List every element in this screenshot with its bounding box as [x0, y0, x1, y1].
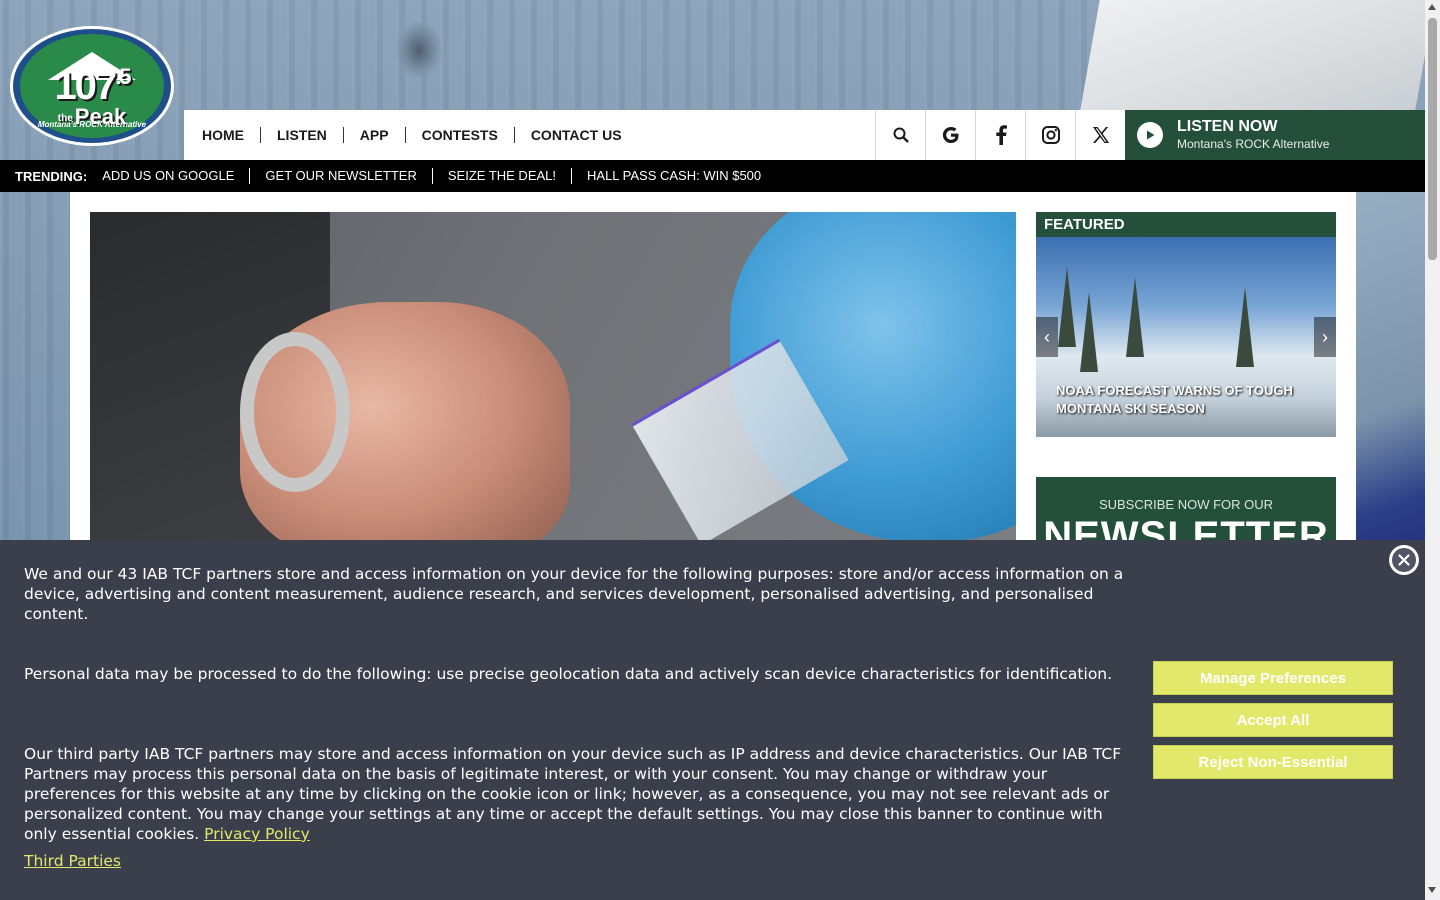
- trending-bar: TRENDING: ADD US ON GOOGLE GET OUR NEWSL…: [0, 160, 1425, 192]
- featured-prev-arrow-icon[interactable]: ‹: [1036, 317, 1058, 357]
- listen-now-subtitle: Montana's ROCK Alternative: [1177, 137, 1330, 151]
- nav-icon-group: [875, 110, 1125, 160]
- nav-item-contests[interactable]: CONTESTS: [406, 127, 515, 143]
- featured-slide-caption[interactable]: NOAA FORECAST WARNS OF TOUGH MONTANA SKI…: [1056, 382, 1316, 418]
- consent-paragraph-personal-data: Personal data may be processed to do the…: [24, 665, 1113, 683]
- cookie-consent-banner: We and our 43 IAB TCF partners store and…: [0, 540, 1425, 900]
- wood-knot: [395, 20, 443, 80]
- consent-paragraph-purposes: We and our 43 IAB TCF partners store and…: [24, 565, 1124, 623]
- facebook-icon[interactable]: [975, 110, 1025, 160]
- article-hero-image[interactable]: [90, 212, 1016, 540]
- close-icon: [1392, 548, 1416, 572]
- accept-all-button[interactable]: Accept All: [1153, 703, 1393, 737]
- featured-header: FEATURED: [1036, 212, 1336, 237]
- newsletter-promo[interactable]: SUBSCRIBE NOW FOR OUR NEWSLETTER: [1036, 477, 1336, 540]
- main-navbar: HOME LISTEN APP CONTESTS CONTACT US: [184, 110, 1125, 160]
- nav-menu: HOME LISTEN APP CONTESTS CONTACT US: [184, 110, 638, 160]
- manage-preferences-button[interactable]: Manage Preferences: [1153, 661, 1393, 695]
- newsletter-title: NEWSLETTER: [1043, 514, 1329, 540]
- listen-now-title: LISTEN NOW: [1177, 118, 1278, 135]
- tree-shape: [1080, 292, 1098, 372]
- trending-item-add-us-on-google[interactable]: ADD US ON GOOGLE: [102, 168, 249, 184]
- right-side-decoration: [1356, 192, 1425, 552]
- play-icon: [1137, 122, 1163, 148]
- scroll-down-arrow-icon[interactable]: [1428, 887, 1436, 893]
- instagram-icon[interactable]: [1025, 110, 1075, 160]
- tree-shape: [1058, 267, 1076, 347]
- third-parties-link[interactable]: Third Parties: [24, 852, 121, 870]
- station-logo[interactable]: 107.5 thePeak Montana's ROCK Alternative: [10, 26, 174, 146]
- trending-item-hall-pass-cash[interactable]: HALL PASS CASH: WIN $500: [571, 168, 776, 184]
- search-icon[interactable]: [875, 110, 925, 160]
- trending-item-seize-the-deal[interactable]: SEIZE THE DEAL!: [431, 168, 571, 184]
- close-banner-button[interactable]: [1389, 545, 1419, 575]
- tree-shape: [1126, 277, 1144, 357]
- scroll-up-arrow-icon[interactable]: [1428, 4, 1436, 10]
- google-icon[interactable]: [925, 110, 975, 160]
- trending-label: TRENDING:: [15, 168, 88, 184]
- nav-item-home[interactable]: HOME: [186, 127, 261, 143]
- nav-item-contact-us[interactable]: CONTACT US: [515, 127, 638, 143]
- x-twitter-icon[interactable]: [1075, 110, 1125, 160]
- reject-non-essential-button[interactable]: Reject Non-Essential: [1153, 745, 1393, 779]
- listen-now-button[interactable]: LISTEN NOW Montana's ROCK Alternative: [1125, 110, 1425, 160]
- nav-item-listen[interactable]: LISTEN: [261, 127, 344, 143]
- handcuff-icon: [240, 332, 350, 492]
- consent-paragraph-third-party: Our third party IAB TCF partners may sto…: [24, 744, 1124, 844]
- listen-now-text: LISTEN NOW Montana's ROCK Alternative: [1177, 118, 1329, 152]
- featured-widget: FEATURED ‹ › NOAA FORECAST WARNS OF TOUG…: [1036, 212, 1336, 437]
- logo-frequency: 107.5: [54, 64, 131, 108]
- trending-item-get-our-newsletter[interactable]: GET OUR NEWSLETTER: [249, 168, 431, 184]
- privacy-policy-link[interactable]: Privacy Policy: [204, 825, 310, 843]
- paper-decoration: [1080, 0, 1435, 110]
- featured-next-arrow-icon[interactable]: ›: [1314, 317, 1336, 357]
- logo-tagline: Montana's ROCK Alternative: [37, 120, 147, 129]
- newsletter-subtitle: SUBSCRIBE NOW FOR OUR: [1098, 497, 1274, 512]
- consent-paragraph-third-party-text: Our third party IAB TCF partners may sto…: [24, 745, 1122, 843]
- tree-shape: [1236, 287, 1254, 367]
- page-scrollbar-thumb[interactable]: [1428, 18, 1437, 260]
- nav-item-app[interactable]: APP: [344, 127, 406, 143]
